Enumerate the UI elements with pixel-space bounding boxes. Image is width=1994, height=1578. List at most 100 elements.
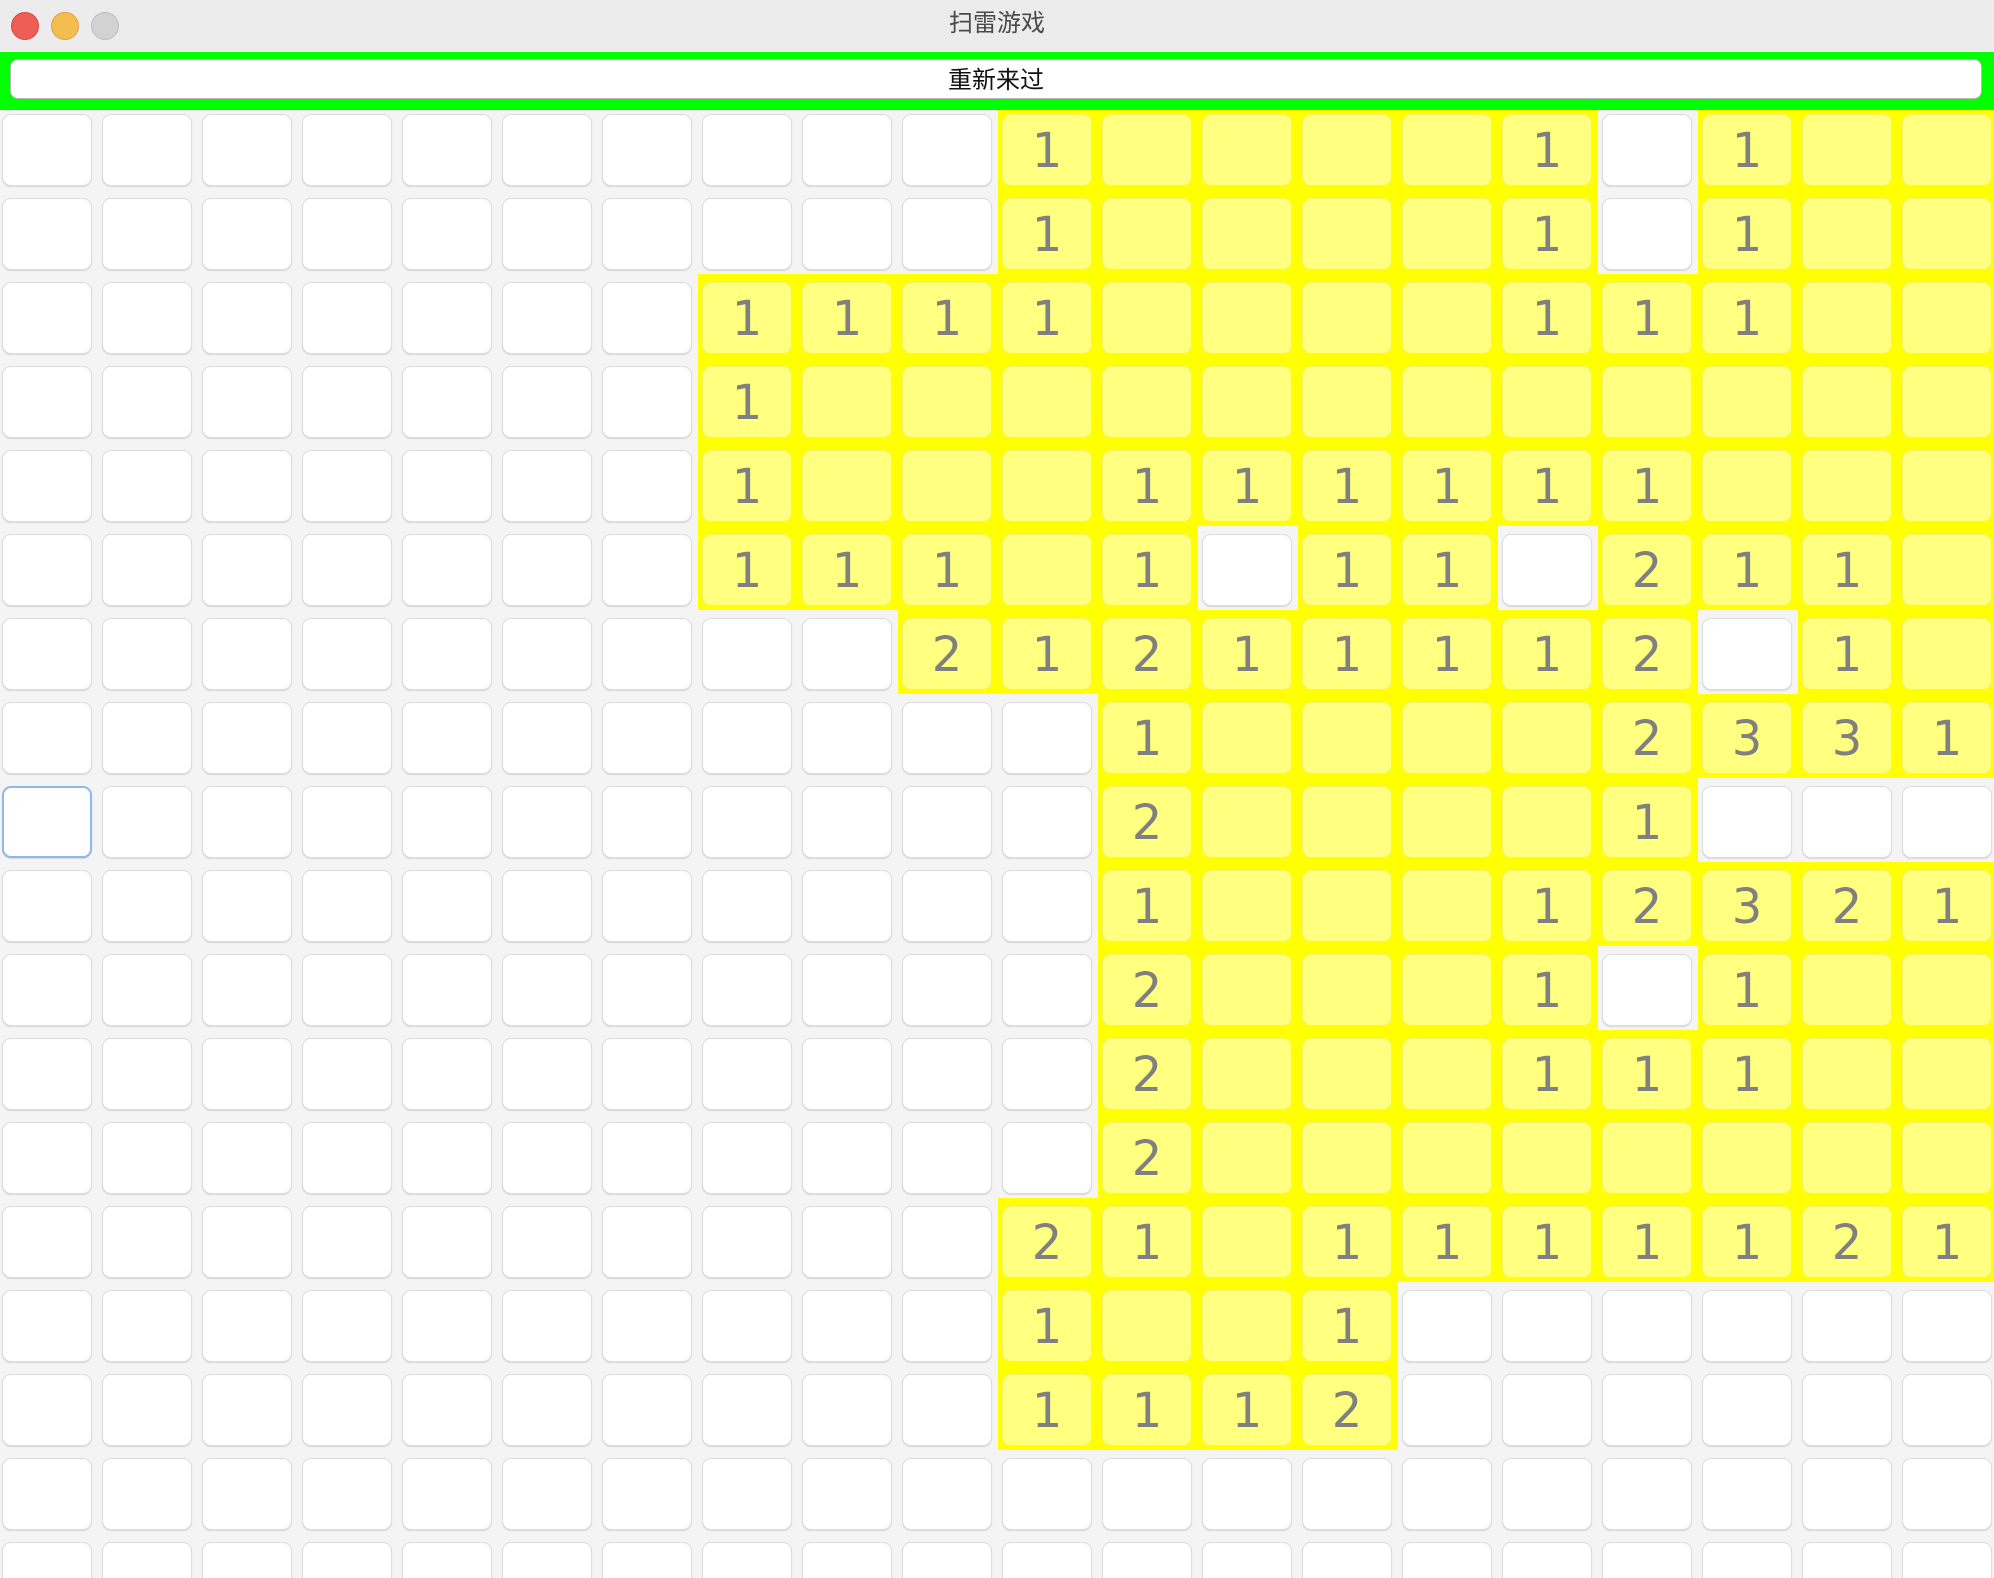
cell-revealed[interactable] [1902,450,1992,522]
cell-unrevealed[interactable] [702,954,792,1026]
cell-revealed[interactable] [1302,786,1392,858]
cell-unrevealed[interactable] [702,1458,792,1530]
cell-unrevealed[interactable] [502,1374,592,1446]
cell-unrevealed[interactable] [402,702,492,774]
cell-revealed[interactable] [1102,282,1192,354]
cell-revealed[interactable] [1502,1122,1592,1194]
cell-unrevealed[interactable] [1002,870,1092,942]
cell-unrevealed[interactable] [202,534,292,606]
cell-unrevealed[interactable] [602,1458,692,1530]
cell-revealed[interactable]: 1 [1002,618,1092,690]
cell-unrevealed[interactable] [402,1290,492,1362]
cell-revealed[interactable] [1402,954,1492,1026]
cell-revealed[interactable]: 2 [1102,1122,1192,1194]
cell-unrevealed[interactable] [602,870,692,942]
cell-unrevealed[interactable] [102,198,192,270]
cell-unrevealed[interactable] [902,1458,992,1530]
cell-unrevealed[interactable] [1002,1542,1092,1578]
cell-unrevealed[interactable] [602,450,692,522]
cell-revealed[interactable] [1002,366,1092,438]
cell-unrevealed[interactable] [1402,1290,1492,1362]
cell-revealed[interactable] [1402,366,1492,438]
cell-unrevealed[interactable] [102,450,192,522]
cell-unrevealed[interactable] [1602,1290,1692,1362]
cell-unrevealed[interactable] [402,282,492,354]
cell-revealed[interactable]: 1 [1802,618,1892,690]
cell-unrevealed[interactable] [1502,1374,1592,1446]
cell-unrevealed[interactable] [1902,1374,1992,1446]
cell-revealed[interactable] [1402,870,1492,942]
cell-unrevealed[interactable] [502,702,592,774]
cell-unrevealed[interactable] [802,1374,892,1446]
cell-revealed[interactable]: 2 [1602,534,1692,606]
cell-revealed[interactable] [1602,366,1692,438]
cell-unrevealed[interactable] [2,1122,92,1194]
cell-unrevealed[interactable] [402,1122,492,1194]
cell-unrevealed[interactable] [802,1038,892,1110]
cell-unrevealed[interactable] [102,702,192,774]
cell-revealed[interactable] [1902,618,1992,690]
cell-unrevealed[interactable] [202,786,292,858]
cell-unrevealed[interactable] [902,870,992,942]
cell-revealed[interactable]: 2 [1802,870,1892,942]
cell-revealed[interactable] [1502,366,1592,438]
cell-revealed[interactable]: 1 [1702,954,1792,1026]
cell-revealed[interactable]: 2 [1602,702,1692,774]
cell-revealed[interactable]: 1 [1102,870,1192,942]
cell-unrevealed[interactable] [902,1542,992,1578]
cell-unrevealed[interactable] [1602,954,1692,1026]
cell-unrevealed[interactable] [202,282,292,354]
cell-unrevealed[interactable] [202,450,292,522]
cell-revealed[interactable]: 1 [1302,618,1392,690]
cell-unrevealed[interactable] [1802,786,1892,858]
cell-revealed[interactable]: 1 [802,534,892,606]
cell-unrevealed[interactable] [802,1542,892,1578]
cell-revealed[interactable]: 2 [1602,618,1692,690]
cell-unrevealed[interactable] [102,954,192,1026]
cell-unrevealed[interactable] [902,1038,992,1110]
cell-unrevealed[interactable] [2,450,92,522]
cell-revealed[interactable] [1102,366,1192,438]
cell-unrevealed[interactable] [1002,702,1092,774]
cell-revealed[interactable]: 2 [1002,1206,1092,1278]
cell-unrevealed[interactable] [102,870,192,942]
cell-unrevealed[interactable] [102,1542,192,1578]
cell-revealed[interactable] [1302,702,1392,774]
cell-unrevealed[interactable] [1002,1038,1092,1110]
cell-revealed[interactable]: 1 [1502,954,1592,1026]
cell-revealed[interactable]: 1 [1602,1038,1692,1110]
cell-unrevealed[interactable] [1802,1458,1892,1530]
cell-unrevealed[interactable] [702,1206,792,1278]
cell-revealed[interactable] [1202,114,1292,186]
cell-revealed[interactable]: 1 [1302,534,1392,606]
cell-unrevealed[interactable] [502,1458,592,1530]
cell-revealed[interactable] [1202,1122,1292,1194]
cell-unrevealed[interactable] [802,954,892,1026]
cell-revealed[interactable] [1802,954,1892,1026]
cell-revealed[interactable]: 1 [1502,870,1592,942]
cell-revealed[interactable]: 1 [1502,282,1592,354]
cell-unrevealed[interactable] [102,1290,192,1362]
cell-unrevealed[interactable] [402,534,492,606]
cell-unrevealed[interactable] [402,198,492,270]
cell-unrevealed[interactable] [2,282,92,354]
cell-revealed[interactable]: 1 [1302,1206,1392,1278]
cell-unrevealed[interactable] [802,1122,892,1194]
cell-unrevealed[interactable] [102,1458,192,1530]
cell-unrevealed[interactable] [602,282,692,354]
cell-revealed[interactable]: 1 [1402,534,1492,606]
cell-revealed[interactable]: 1 [1602,786,1692,858]
cell-revealed[interactable]: 2 [1102,1038,1192,1110]
cell-revealed[interactable]: 1 [702,282,792,354]
cell-unrevealed[interactable] [802,198,892,270]
cell-unrevealed[interactable] [202,702,292,774]
cell-revealed[interactable] [1302,870,1392,942]
cell-unrevealed[interactable] [802,618,892,690]
cell-unrevealed[interactable] [202,1374,292,1446]
cell-unrevealed[interactable] [2,618,92,690]
cell-unrevealed[interactable] [502,1290,592,1362]
cell-unrevealed[interactable] [1502,1542,1592,1578]
cell-revealed[interactable] [1202,1038,1292,1110]
cell-unrevealed[interactable] [2,114,92,186]
cell-unrevealed[interactable] [902,1374,992,1446]
